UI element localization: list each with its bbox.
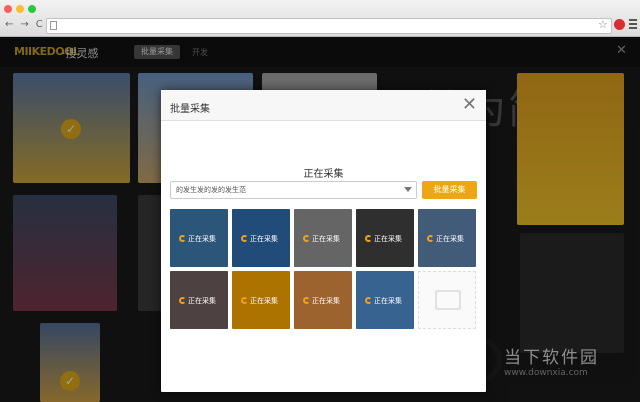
loading-spinner-icon <box>303 235 310 242</box>
browser-toolbar: ← → C ☆ <box>0 0 640 37</box>
loading-spinner-icon <box>179 235 186 242</box>
loading-spinner-icon <box>365 235 372 242</box>
loading-spinner-icon <box>303 297 310 304</box>
collecting-label: 正在采集 <box>241 296 278 306</box>
dialog-title: 批量采集 <box>170 104 210 115</box>
collecting-label: 正在采集 <box>365 296 402 306</box>
forward-icon[interactable]: → <box>20 20 28 30</box>
page-icon <box>50 21 57 30</box>
image-item[interactable]: 正在采集 <box>356 271 414 329</box>
bookmark-star-icon[interactable]: ☆ <box>598 18 608 31</box>
loading-spinner-icon <box>365 297 372 304</box>
extension-icon[interactable] <box>614 19 625 30</box>
image-item[interactable]: 正在采集 <box>232 271 290 329</box>
dialog-header: 批量采集 ✕ <box>161 90 486 121</box>
back-icon[interactable]: ← <box>5 20 13 30</box>
collecting-label: 正在采集 <box>427 234 464 244</box>
loading-spinner-icon <box>241 235 248 242</box>
image-item[interactable]: 正在采集 <box>356 209 414 267</box>
image-placeholder-icon <box>435 290 461 310</box>
board-select-value: 的发生发的发的发生范 <box>176 186 246 194</box>
menu-icon[interactable] <box>629 19 637 31</box>
loading-spinner-icon <box>427 235 434 242</box>
collecting-label: 正在采集 <box>241 234 278 244</box>
collecting-status: 正在采集 <box>303 169 344 180</box>
collecting-label: 正在采集 <box>303 234 340 244</box>
close-window-icon[interactable] <box>4 5 12 13</box>
loading-spinner-icon <box>241 297 248 304</box>
chevron-down-icon <box>404 187 412 192</box>
image-item[interactable]: 正在采集 <box>294 209 352 267</box>
zoom-window-icon[interactable] <box>28 5 36 13</box>
batch-collect-dialog: 批量采集 ✕ 正在采集 的发生发的发的发生范 批量采集 正在采集 正在采集 正在… <box>161 90 486 392</box>
minimize-window-icon[interactable] <box>16 5 24 13</box>
window-controls <box>4 5 36 13</box>
address-bar[interactable] <box>46 18 612 34</box>
image-item[interactable]: 正在采集 <box>294 271 352 329</box>
batch-collect-button[interactable]: 批量采集 <box>422 181 477 199</box>
loading-spinner-icon <box>179 297 186 304</box>
navigation-controls: ← → C <box>5 20 43 30</box>
board-select[interactable]: 的发生发的发的发生范 <box>170 181 417 199</box>
empty-image-slot[interactable] <box>418 271 476 329</box>
image-item[interactable]: 正在采集 <box>418 209 476 267</box>
close-icon[interactable]: ✕ <box>462 94 477 115</box>
image-item[interactable]: 正在采集 <box>232 209 290 267</box>
image-grid: 正在采集 正在采集 正在采集 正在采集 正在采集 正在采集 正在采集 正在采集 … <box>170 209 478 330</box>
image-item[interactable]: 正在采集 <box>170 271 228 329</box>
collecting-label: 正在采集 <box>365 234 402 244</box>
collecting-label: 正在采集 <box>179 234 216 244</box>
collecting-label: 正在采集 <box>179 296 216 306</box>
image-item[interactable]: 正在采集 <box>170 209 228 267</box>
collecting-label: 正在采集 <box>303 296 340 306</box>
reload-icon[interactable]: C <box>36 20 43 30</box>
